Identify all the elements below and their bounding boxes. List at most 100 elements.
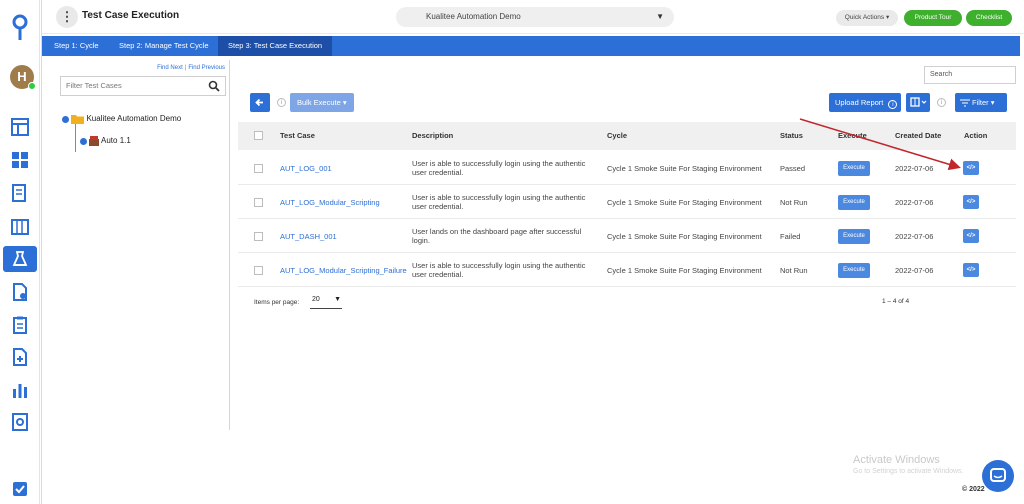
tree-toggle-icon[interactable] xyxy=(62,115,69,123)
table-header: Test Case Description Cycle Status Execu… xyxy=(238,122,1016,150)
rail-divider xyxy=(41,0,42,504)
modules-icon[interactable] xyxy=(11,151,29,169)
tree-child-node[interactable]: Auto 1.1 xyxy=(80,136,131,148)
left-rail: H xyxy=(0,0,40,504)
test-case-tree-panel: Find Next | Find Previous Filter Test Case… xyxy=(58,60,230,430)
created-date-cell: 2022-07-06 xyxy=(895,164,934,173)
test-execution-icon[interactable] xyxy=(3,246,37,272)
column-header-created-date[interactable]: Created Date xyxy=(895,122,941,150)
step-bar: Step 1: Cycle Step 2: Manage Test Cycle … xyxy=(42,36,1020,56)
created-date-cell: 2022-07-06 xyxy=(895,198,934,207)
table-row: AUT_LOG_Modular_Scripting_Failure User i… xyxy=(238,253,1016,287)
tasks-icon[interactable] xyxy=(11,480,29,498)
step-execution-tab[interactable]: Step 3: Test Case Execution xyxy=(218,36,333,56)
arrow-left-icon xyxy=(255,98,263,107)
description-cell: User lands on the dashboard page after s… xyxy=(412,227,582,245)
items-per-page-select[interactable]: 20 ▼ xyxy=(310,296,342,309)
chat-icon xyxy=(990,468,1006,482)
find-links: Find Next | Find Previous xyxy=(157,65,225,71)
tree-child-label: Auto 1.1 xyxy=(101,136,131,146)
status-cell: Passed xyxy=(780,164,806,173)
quick-actions-label: Quick Actions xyxy=(844,14,885,21)
items-per-page-value: 20 xyxy=(312,296,320,303)
reports-icon[interactable] xyxy=(11,283,29,301)
column-header-execute[interactable]: Execute xyxy=(838,122,867,150)
defects-icon[interactable] xyxy=(11,348,29,366)
code-action-button[interactable]: </> xyxy=(963,195,979,209)
bulk-execute-label: Bulk Execute xyxy=(297,98,341,107)
project-selector-value: Kualitee Automation Demo xyxy=(426,12,521,21)
column-header-cycle[interactable]: Cycle xyxy=(607,122,627,150)
requirements-icon[interactable] xyxy=(11,184,29,202)
code-action-button[interactable]: </> xyxy=(963,229,979,243)
status-cell: Not Run xyxy=(780,198,808,207)
test-case-link[interactable]: AUT_LOG_Modular_Scripting_Failure xyxy=(280,266,407,275)
row-checkbox[interactable] xyxy=(254,232,263,241)
find-previous-link[interactable]: Find Previous xyxy=(188,65,225,71)
info-icon[interactable]: i xyxy=(937,98,946,107)
test-cases-icon[interactable] xyxy=(11,217,29,235)
test-case-link[interactable]: AUT_LOG_001 xyxy=(280,164,332,173)
checklist-button[interactable]: Checklist xyxy=(966,10,1012,26)
top-bar: ⋮ Test Case Execution Kualitee Automatio… xyxy=(42,0,1024,34)
filter-placeholder: Filter Test Cases xyxy=(66,81,122,90)
step-cycle-tab[interactable]: Step 1: Cycle xyxy=(44,36,109,56)
execute-button[interactable]: Execute xyxy=(838,263,870,278)
copyright-text: © 2022 xyxy=(962,486,985,493)
description-cell: User is able to successfully login using… xyxy=(412,261,586,279)
upload-report-button[interactable]: Upload Report i xyxy=(829,93,901,112)
pagination-range: 1 – 4 of 4 xyxy=(882,298,910,305)
row-checkbox[interactable] xyxy=(254,198,263,207)
chat-widget-button[interactable] xyxy=(982,460,1014,492)
column-toggle-button[interactable] xyxy=(906,93,930,112)
status-cell: Failed xyxy=(780,232,801,241)
clipboard-icon[interactable] xyxy=(11,316,29,334)
caret-down-icon: ▼ xyxy=(334,296,341,303)
created-date-cell: 2022-07-06 xyxy=(895,266,934,275)
grid-icon xyxy=(910,97,927,107)
cycle-cell: Cycle 1 Smoke Suite For Staging Environm… xyxy=(607,164,762,173)
test-case-link[interactable]: AUT_DASH_001 xyxy=(280,232,337,241)
product-tour-button[interactable]: Product Tour xyxy=(904,10,962,26)
kebab-menu-button[interactable]: ⋮ xyxy=(56,6,78,28)
row-checkbox[interactable] xyxy=(254,266,263,275)
windows-watermark-subtitle: Go to Settings to activate Windows. xyxy=(853,468,964,475)
filter-test-cases-input[interactable]: Filter Test Cases xyxy=(60,76,226,96)
column-header-status[interactable]: Status xyxy=(780,122,803,150)
select-all-checkbox[interactable] xyxy=(254,131,263,140)
back-button[interactable] xyxy=(250,93,270,112)
kualitee-logo-icon[interactable] xyxy=(11,14,29,42)
tree-toggle-icon[interactable] xyxy=(80,137,87,145)
column-header-test-case[interactable]: Test Case xyxy=(280,122,315,150)
search-input[interactable]: Search xyxy=(924,66,1016,84)
filter-button[interactable]: Filter ▾ xyxy=(955,93,1007,112)
row-checkbox[interactable] xyxy=(254,164,263,173)
created-date-cell: 2022-07-06 xyxy=(895,232,934,241)
column-header-description[interactable]: Description xyxy=(412,122,453,150)
find-next-link[interactable]: Find Next xyxy=(157,65,183,71)
table-row: AUT_LOG_001 User is able to successfully… xyxy=(238,151,1016,185)
dashboard-icon[interactable] xyxy=(11,118,29,136)
settings-icon[interactable] xyxy=(11,413,29,431)
execute-button[interactable]: Execute xyxy=(838,161,870,176)
items-per-page-label: Items per page: xyxy=(254,299,300,306)
analytics-icon[interactable] xyxy=(11,381,29,399)
execute-button[interactable]: Execute xyxy=(838,195,870,210)
code-action-button[interactable]: </> xyxy=(963,263,979,277)
step-manage-cycle-tab[interactable]: Step 2: Manage Test Cycle xyxy=(109,36,219,56)
code-action-button[interactable]: </> xyxy=(963,161,979,175)
search-icon[interactable] xyxy=(208,80,220,92)
execute-button[interactable]: Execute xyxy=(838,229,870,244)
project-selector[interactable]: Kualitee Automation Demo ▼ xyxy=(396,7,674,27)
description-cell: User is able to successfully login using… xyxy=(412,193,586,211)
test-case-link[interactable]: AUT_LOG_Modular_Scripting xyxy=(280,198,380,207)
upload-report-label: Upload Report xyxy=(835,98,884,107)
windows-watermark-title: Activate Windows xyxy=(853,454,940,466)
info-icon[interactable]: i xyxy=(277,98,286,107)
page-title: Test Case Execution xyxy=(82,10,180,21)
tree-root-node[interactable]: Kualitee Automation Demo xyxy=(62,114,181,126)
filter-icon xyxy=(960,99,970,107)
info-icon: i xyxy=(888,100,898,109)
bulk-execute-button[interactable]: Bulk Execute ▾ xyxy=(290,93,354,112)
quick-actions-button[interactable]: Quick Actions ▾ xyxy=(836,10,898,26)
